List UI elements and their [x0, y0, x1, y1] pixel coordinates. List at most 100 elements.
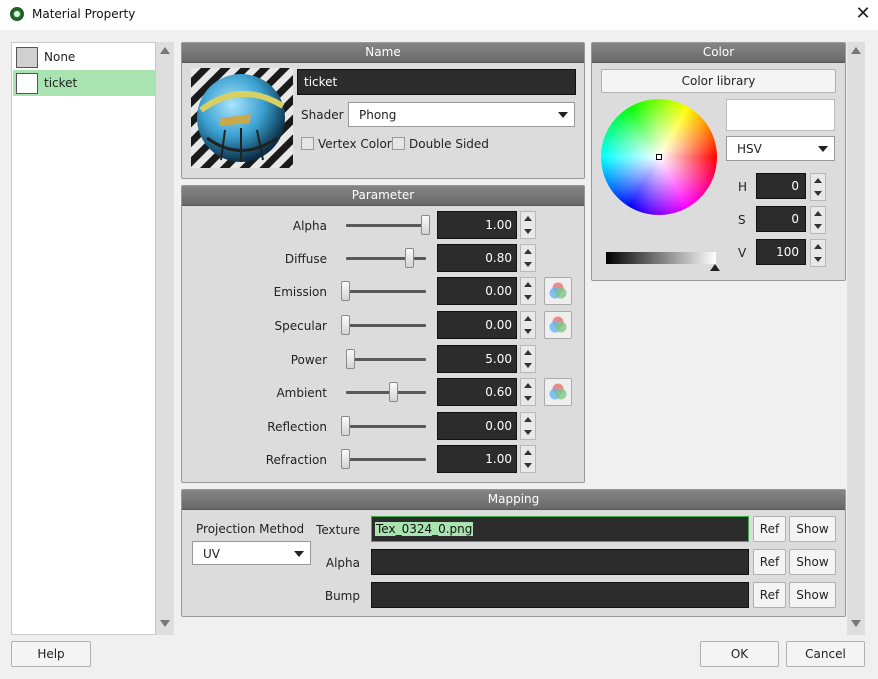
- ref-button[interactable]: Ref: [753, 516, 786, 542]
- chevron-up-icon[interactable]: [524, 350, 532, 355]
- v-field[interactable]: 100: [756, 239, 806, 265]
- param-stepper[interactable]: [520, 244, 536, 272]
- shader-value: Phong: [359, 108, 397, 122]
- param-slider-handle[interactable]: [341, 315, 350, 335]
- scroll-up-icon[interactable]: [851, 47, 861, 54]
- mapping-file-field-alpha[interactable]: [371, 549, 749, 575]
- show-button[interactable]: Show: [789, 516, 836, 542]
- h-field[interactable]: 0: [756, 173, 806, 199]
- param-slider-handle[interactable]: [421, 215, 430, 235]
- scroll-down-icon[interactable]: [851, 620, 861, 627]
- cancel-button[interactable]: Cancel: [786, 641, 865, 667]
- ref-button[interactable]: Ref: [753, 549, 786, 575]
- chevron-down-icon[interactable]: [524, 295, 532, 300]
- shader-select[interactable]: Phong: [348, 102, 575, 127]
- help-button[interactable]: Help: [11, 641, 91, 667]
- projection-method-select[interactable]: UV: [192, 541, 311, 565]
- chevron-down-icon[interactable]: [524, 229, 532, 234]
- param-slider-handle[interactable]: [389, 382, 398, 402]
- param-slider-track[interactable]: [346, 458, 426, 461]
- mapping-label-texture: Texture: [316, 523, 360, 537]
- chevron-down-icon[interactable]: [524, 396, 532, 401]
- param-stepper[interactable]: [520, 445, 536, 473]
- list-item-none[interactable]: None: [13, 44, 156, 70]
- material-list-scrollbar[interactable]: [156, 42, 174, 635]
- chevron-up-icon[interactable]: [524, 282, 532, 287]
- param-slider-track[interactable]: [346, 224, 426, 227]
- chevron-up-icon[interactable]: [524, 316, 532, 321]
- list-item-label: None: [44, 50, 76, 64]
- s-stepper[interactable]: [810, 206, 826, 234]
- double-sided-checkbox[interactable]: [392, 137, 405, 150]
- chevron-up-icon[interactable]: [524, 216, 532, 221]
- param-stepper[interactable]: [520, 311, 536, 339]
- param-value-field[interactable]: 0.00: [437, 277, 517, 305]
- color-mode-select[interactable]: HSV: [726, 136, 835, 161]
- value-marker-icon[interactable]: [710, 264, 720, 271]
- chevron-down-icon: [558, 112, 568, 118]
- color-wheel[interactable]: [601, 99, 717, 215]
- param-slider-track[interactable]: [346, 425, 426, 428]
- chevron-down-icon[interactable]: [524, 329, 532, 334]
- param-stepper[interactable]: [520, 211, 536, 239]
- param-value-field[interactable]: 0.00: [437, 311, 517, 339]
- param-slider-track[interactable]: [346, 358, 426, 361]
- v-stepper[interactable]: [810, 239, 826, 267]
- param-stepper[interactable]: [520, 378, 536, 406]
- scroll-up-icon[interactable]: [160, 47, 170, 54]
- chevron-up-icon[interactable]: [524, 249, 532, 254]
- s-field[interactable]: 0: [756, 206, 806, 232]
- chevron-down-icon[interactable]: [524, 363, 532, 368]
- close-icon[interactable]: ✕: [851, 3, 875, 25]
- show-button[interactable]: Show: [789, 582, 836, 608]
- param-slider-track[interactable]: [346, 290, 426, 293]
- param-value-field[interactable]: 0.80: [437, 244, 517, 272]
- main-scrollbar[interactable]: [847, 42, 865, 635]
- mapping-file-field-texture[interactable]: Tex_0324_0.png: [371, 516, 749, 542]
- param-slider-track[interactable]: [346, 324, 426, 327]
- param-value-field[interactable]: 0.00: [437, 412, 517, 440]
- window-title: Material Property: [32, 7, 136, 21]
- param-value-field[interactable]: 5.00: [437, 345, 517, 373]
- scroll-down-icon[interactable]: [160, 620, 170, 627]
- param-value-field[interactable]: 1.00: [437, 445, 517, 473]
- param-slider-handle[interactable]: [341, 449, 350, 469]
- mapping-label-alpha: Alpha: [325, 556, 360, 570]
- color-picker-button[interactable]: [544, 311, 572, 339]
- chevron-up-icon[interactable]: [524, 450, 532, 455]
- ref-button[interactable]: Ref: [753, 582, 786, 608]
- value-gradient-bar[interactable]: [606, 252, 716, 264]
- rgb-circles-icon: [549, 383, 567, 400]
- color-picker-button[interactable]: [544, 378, 572, 406]
- param-slider-track[interactable]: [346, 257, 426, 260]
- color-group-header: Color: [592, 43, 845, 63]
- list-item-ticket[interactable]: ticket: [13, 70, 156, 96]
- color-picker-marker[interactable]: [656, 154, 662, 160]
- vertex-color-checkbox[interactable]: [301, 137, 314, 150]
- param-stepper[interactable]: [520, 412, 536, 440]
- chevron-down-icon[interactable]: [524, 430, 532, 435]
- material-name-field[interactable]: ticket: [297, 69, 576, 95]
- param-value-field[interactable]: 0.60: [437, 378, 517, 406]
- param-slider-handle[interactable]: [341, 281, 350, 301]
- param-slider-handle[interactable]: [405, 248, 414, 268]
- chevron-up-icon[interactable]: [524, 383, 532, 388]
- chevron-down-icon[interactable]: [524, 463, 532, 468]
- h-stepper[interactable]: [810, 173, 826, 201]
- material-swatch: [16, 73, 38, 94]
- param-slider-track[interactable]: [346, 391, 426, 394]
- param-stepper[interactable]: [520, 345, 536, 373]
- param-slider-handle[interactable]: [346, 349, 355, 369]
- param-stepper[interactable]: [520, 277, 536, 305]
- chevron-up-icon[interactable]: [524, 417, 532, 422]
- color-library-button[interactable]: Color library: [601, 69, 836, 93]
- chevron-down-icon[interactable]: [524, 262, 532, 267]
- color-picker-button[interactable]: [544, 277, 572, 305]
- param-value-field[interactable]: 1.00: [437, 211, 517, 239]
- shader-label: Shader: [301, 108, 344, 122]
- show-button[interactable]: Show: [789, 549, 836, 575]
- ok-button[interactable]: OK: [700, 641, 779, 667]
- mapping-file-field-bump[interactable]: [371, 582, 749, 608]
- param-slider-handle[interactable]: [341, 416, 350, 436]
- h-label: H: [738, 180, 748, 194]
